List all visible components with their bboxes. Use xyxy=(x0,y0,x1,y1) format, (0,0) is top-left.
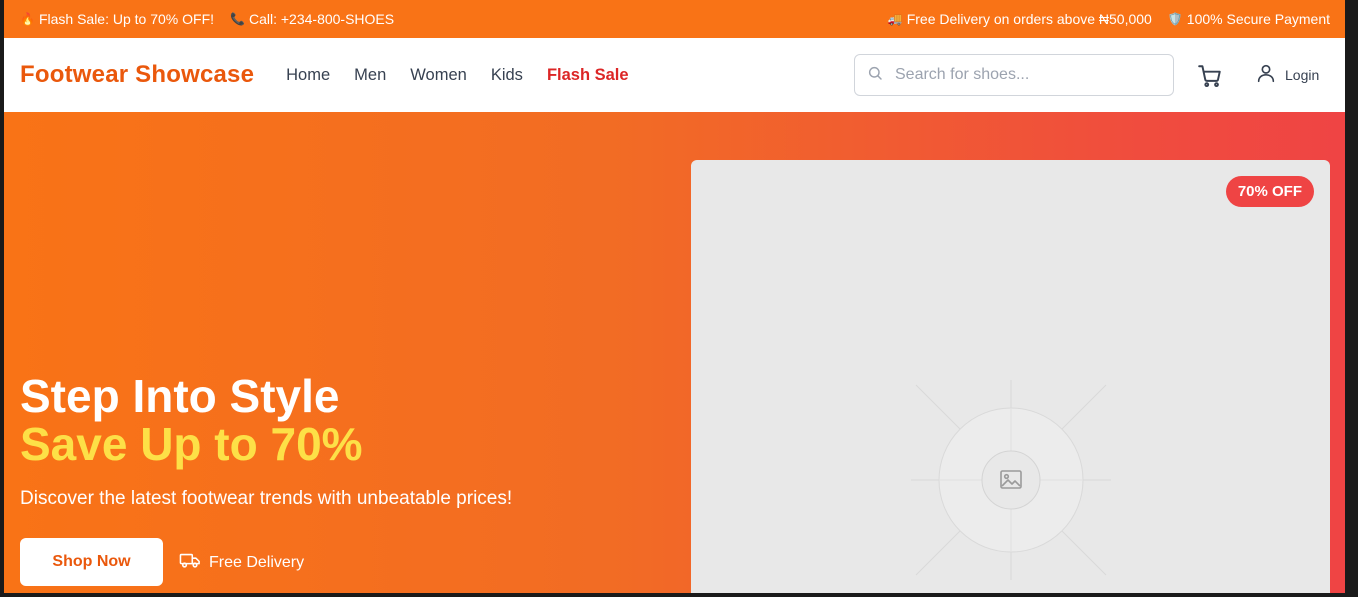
nav-men[interactable]: Men xyxy=(354,66,386,85)
discount-badge: 70% OFF xyxy=(1225,176,1314,207)
secure-text: 100% Secure Payment xyxy=(1186,11,1330,27)
call-text: Call: +234-800-SHOES xyxy=(248,11,395,27)
hero-description: Discover the latest footwear trends with… xyxy=(20,488,513,509)
hero-product-image[interactable]: 70% OFF xyxy=(691,160,1330,593)
phone-icon: 📞 xyxy=(230,12,245,26)
flash-sale-text: Flash Sale: Up to 70% OFF! xyxy=(38,11,215,27)
nav-flash-sale[interactable]: Flash Sale xyxy=(547,66,629,85)
nav-kids[interactable]: Kids xyxy=(491,66,523,85)
nav-home[interactable]: Home xyxy=(286,66,330,85)
flash-sale-notice: 🔥 Flash Sale: Up to 70% OFF! xyxy=(20,11,214,27)
fire-icon: 🔥 xyxy=(20,12,35,26)
page-frame: 🔥 Flash Sale: Up to 70% OFF! 📞 Call: +23… xyxy=(4,0,1345,593)
announcement-left: 🔥 Flash Sale: Up to 70% OFF! 📞 Call: +23… xyxy=(20,11,394,27)
truck-icon: 🚚 xyxy=(887,12,903,26)
search-input[interactable] xyxy=(895,66,1155,84)
shop-now-button[interactable]: Shop Now xyxy=(20,538,163,586)
hero-banner: Step Into Style Save Up to 70% Discover … xyxy=(4,112,1345,593)
nav-women[interactable]: Women xyxy=(410,66,467,85)
search-box xyxy=(854,54,1174,96)
login-button[interactable]: Login xyxy=(1255,62,1319,87)
hero-subtitle: Save Up to 70% xyxy=(20,418,363,470)
login-label: Login xyxy=(1285,66,1320,83)
free-delivery-note: Free Delivery xyxy=(179,550,304,575)
main-nav: Home Men Women Kids Flash Sale xyxy=(286,66,628,85)
announcement-bar: 🔥 Flash Sale: Up to 70% OFF! 📞 Call: +23… xyxy=(4,0,1345,38)
cart-icon[interactable] xyxy=(1197,63,1223,89)
search-icon xyxy=(867,65,883,86)
truck-icon xyxy=(179,550,201,575)
image-placeholder-icon xyxy=(911,380,1111,580)
delivery-text: Free Delivery on orders above ₦50,000 xyxy=(906,11,1152,27)
free-delivery-label: Free Delivery xyxy=(209,553,305,571)
hero-title: Step Into Style xyxy=(20,370,340,422)
site-logo[interactable]: Footwear Showcase xyxy=(20,61,254,89)
secure-notice: 🛡️ 100% Secure Payment xyxy=(1168,11,1330,27)
announcement-right: 🚚 Free Delivery on orders above ₦50,000 … xyxy=(888,11,1330,27)
delivery-notice: 🚚 Free Delivery on orders above ₦50,000 xyxy=(888,11,1152,27)
site-header: Footwear Showcase Home Men Women Kids Fl… xyxy=(4,38,1345,112)
user-icon xyxy=(1255,62,1277,87)
shield-icon: 🛡️ xyxy=(1167,12,1183,26)
call-notice: 📞 Call: +234-800-SHOES xyxy=(230,11,394,27)
